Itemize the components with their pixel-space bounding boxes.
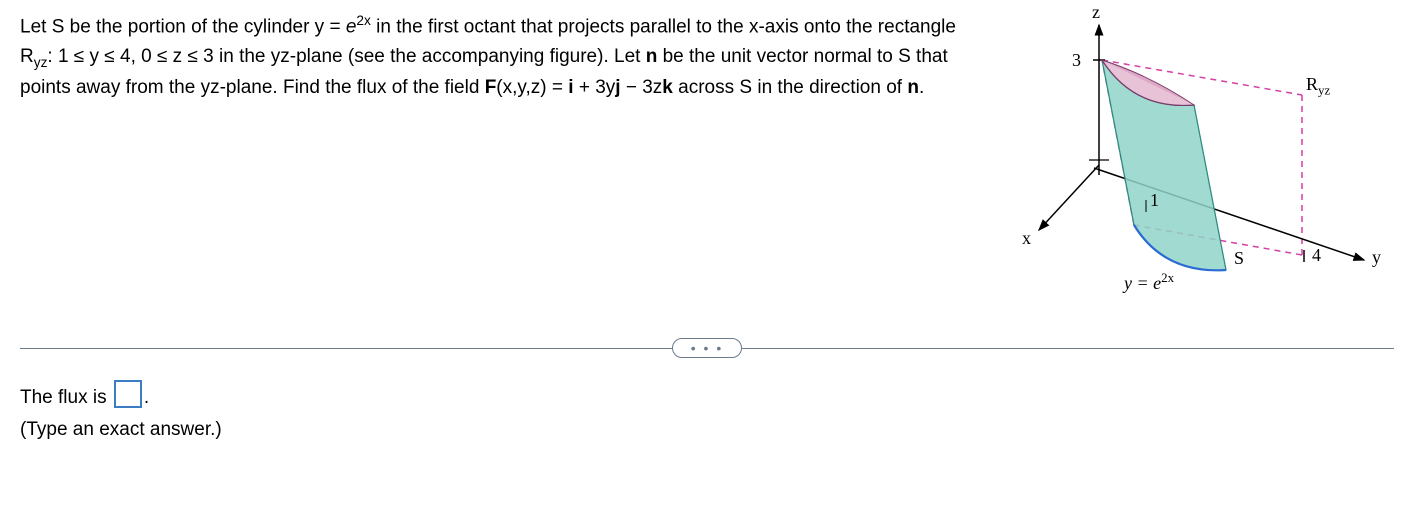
vector-n: n xyxy=(646,46,658,67)
answer-hint: (Type an exact answer.) xyxy=(20,414,1394,446)
divider-right xyxy=(742,348,1394,349)
surface-label-S: S xyxy=(1234,248,1244,269)
sub-yz: yz xyxy=(34,55,48,70)
text-part: (x,y,z) = xyxy=(496,77,568,98)
tick-label-3: 3 xyxy=(1072,50,1081,71)
vector-k: k xyxy=(662,77,673,98)
figure-svg xyxy=(994,10,1394,320)
axis-label-z: z xyxy=(1092,2,1100,23)
figure-3d: z 3 x y 1 4 S Ryz y = e2x xyxy=(994,10,1394,320)
curve-equation: y = e2x xyxy=(1124,270,1174,294)
tick-label-4: 4 xyxy=(1312,245,1321,266)
Ryz-R: R xyxy=(1306,74,1318,94)
Ryz-sub: yz xyxy=(1318,83,1330,98)
eq-e: e xyxy=(1153,273,1161,293)
text-part: across S in the direction of xyxy=(673,77,907,98)
eq-part: y = xyxy=(1124,273,1153,293)
answer-input[interactable] xyxy=(114,380,142,408)
eq-exp: 2x xyxy=(1161,270,1174,285)
answer-text-after: . xyxy=(144,387,149,408)
vector-F: F xyxy=(485,77,497,98)
answer-section: The flux is . (Type an exact answer.) xyxy=(20,380,1394,447)
tick-label-1: 1 xyxy=(1150,190,1159,211)
vector-n: n xyxy=(907,77,919,98)
problem-text: Let S be the portion of the cylinder y =… xyxy=(20,10,994,102)
top-section: Let S be the portion of the cylinder y =… xyxy=(20,10,1394,320)
divider-left xyxy=(20,348,672,349)
text-part: − 3z xyxy=(621,77,663,98)
text-part: + 3y xyxy=(574,77,616,98)
text-part: . xyxy=(919,77,924,98)
answer-text-before: The flux is xyxy=(20,387,112,408)
divider-row: • • • xyxy=(20,338,1394,358)
axis-label-x: x xyxy=(1022,228,1031,249)
more-button[interactable]: • • • xyxy=(672,338,742,358)
rect-label-Ryz: Ryz xyxy=(1306,74,1330,99)
e-symbol: e xyxy=(346,16,357,37)
answer-line1: The flux is . xyxy=(20,380,1394,414)
text-part: Let S be the portion of the cylinder y = xyxy=(20,16,346,37)
text-part: : 1 ≤ y ≤ 4, 0 ≤ z ≤ 3 in the yz-plane (… xyxy=(47,46,645,67)
exp-2x: 2x xyxy=(356,13,370,28)
axis-label-y: y xyxy=(1372,247,1381,268)
